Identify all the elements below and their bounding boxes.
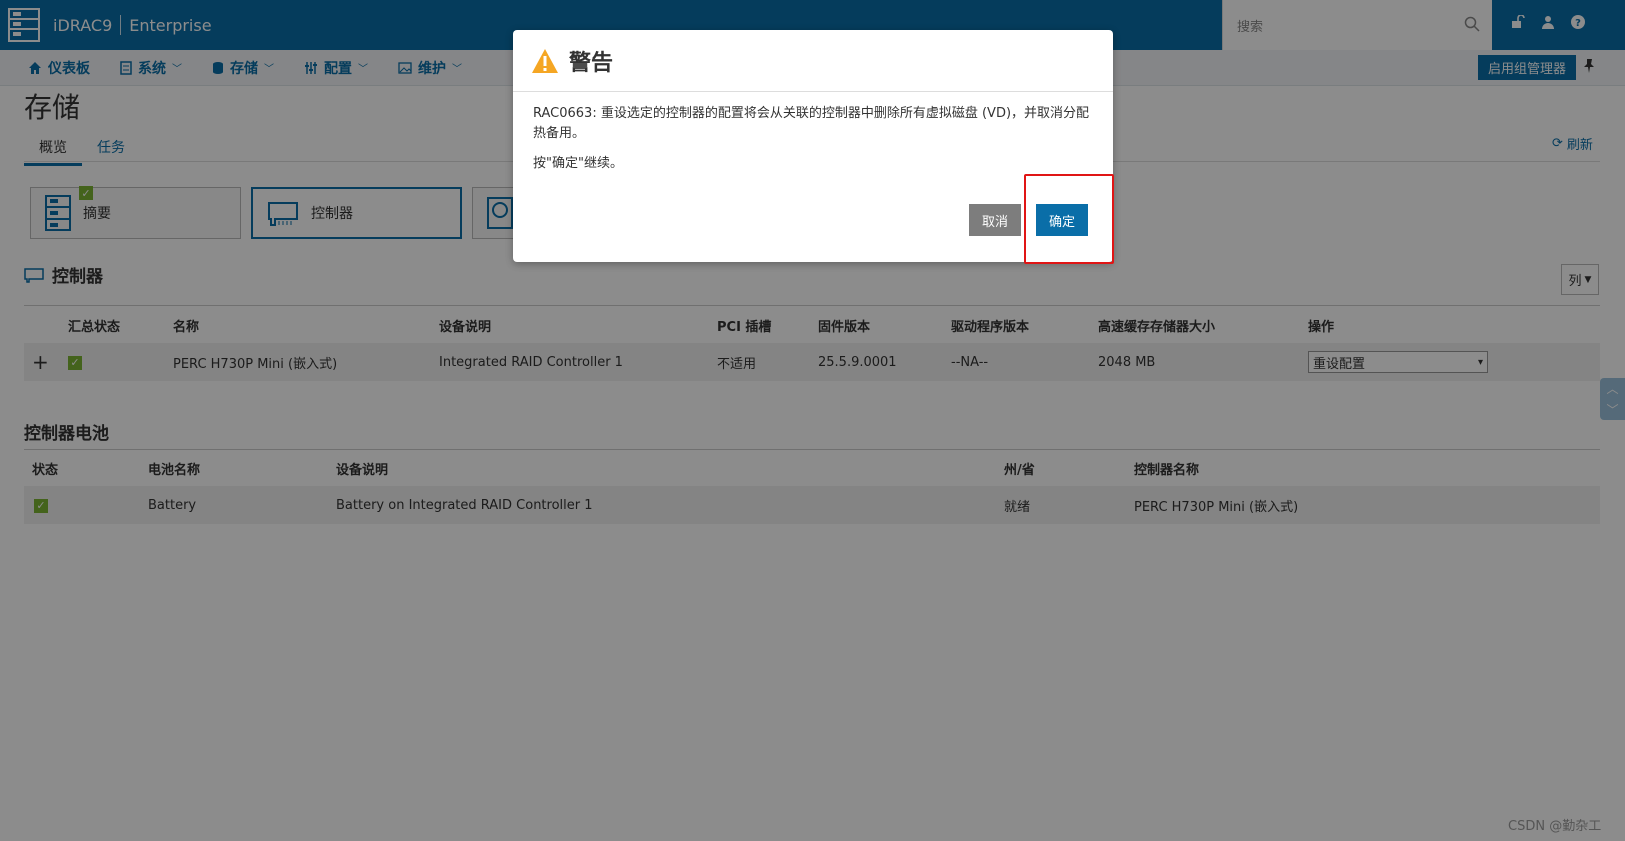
dialog-instruction: 按"确定"继续。 [533, 156, 623, 171]
watermark: CSDN @勤杂工 [1508, 819, 1602, 834]
dialog-message: RAC0663: 重设选定的控制器的配置将会从关联的控制器中删除所有虚拟磁盘 (… [533, 106, 1090, 141]
warning-icon [532, 48, 558, 73]
dialog-title: 警告 [569, 50, 614, 76]
highlight-box [1024, 174, 1114, 264]
dialog-header: 警告 [513, 30, 1113, 92]
dialog-body: RAC0663: 重设选定的控制器的配置将会从关联的控制器中删除所有虚拟磁盘 (… [513, 92, 1113, 174]
cancel-button[interactable]: 取消 [969, 204, 1021, 236]
warning-dialog: 警告 RAC0663: 重设选定的控制器的配置将会从关联的控制器中删除所有虚拟磁… [513, 30, 1113, 262]
